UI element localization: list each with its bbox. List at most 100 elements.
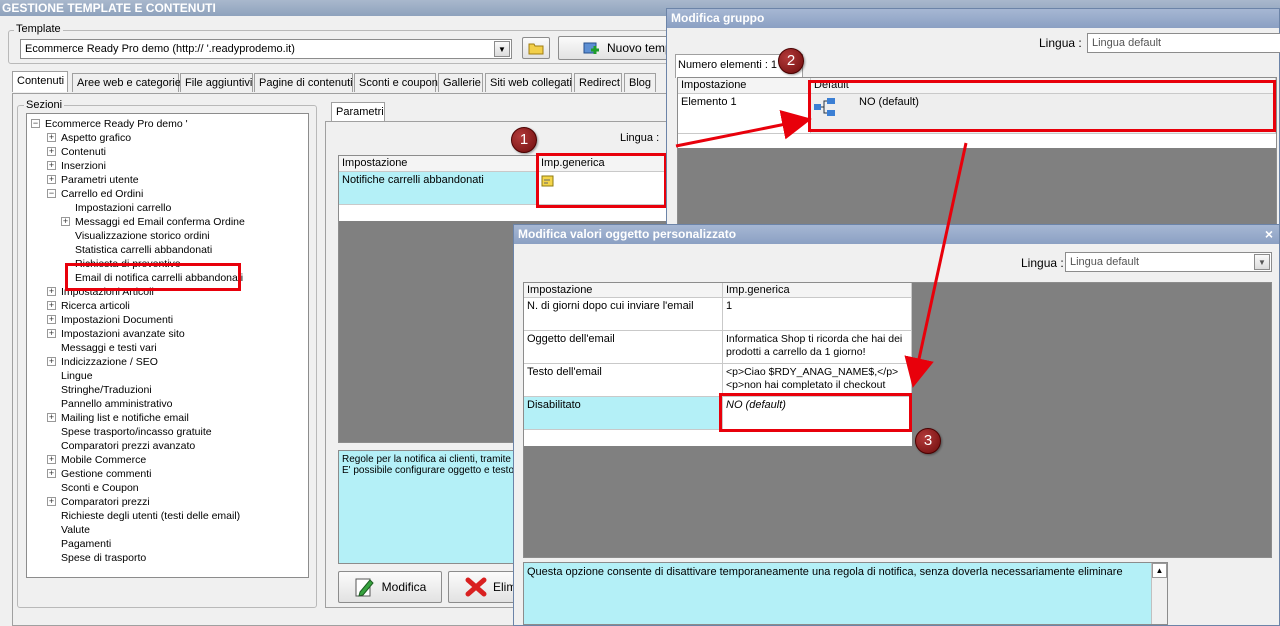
expand-icon[interactable]: + [47,497,56,506]
chevron-down-icon[interactable]: ▼ [1254,254,1270,270]
open-folder-button[interactable] [522,37,550,59]
expand-icon[interactable]: + [47,329,56,338]
tree-item[interactable]: + Mailing list e notifiche email [47,411,189,425]
collapse-icon[interactable]: − [31,119,40,128]
tree-item[interactable]: − Carrello ed Ordini [47,187,143,201]
tree-item[interactable]: + Comparatori prezzi [47,495,150,509]
tree-item-label: Lingue [61,370,93,382]
expand-icon[interactable]: + [47,161,56,170]
tree-item[interactable]: Statistica carrelli abbandonati [61,243,212,257]
expand-icon[interactable]: + [47,287,56,296]
group-header-setting: Impostazione [678,78,811,94]
values-lingua-select[interactable]: Lingua default ▼ [1065,252,1272,272]
close-icon[interactable]: × [1265,225,1273,244]
values-window-title-text: Modifica valori oggetto personalizzato [518,227,737,241]
tree-item[interactable]: Valute [47,523,90,537]
tab-blog[interactable]: Blog [624,73,656,92]
values-row-label[interactable]: N. di giorni dopo cui inviare l'email [524,298,723,331]
tree-item[interactable]: + Ricerca articoli [47,299,130,313]
expand-icon[interactable]: + [47,315,56,324]
expand-icon[interactable]: + [47,455,56,464]
tab-sconti-coupon[interactable]: Sconti e coupon [354,73,438,92]
tree-item[interactable]: Pannello amministrativo [47,397,172,411]
tree-item-label: Aspetto grafico [61,132,132,144]
template-select[interactable]: Ecommerce Ready Pro demo (http:// '.read… [20,39,512,59]
tree-item[interactable]: + Aspetto grafico [47,131,131,145]
tree-item[interactable]: + Parametri utente [47,173,139,187]
tree-item[interactable]: Spese trasporto/incasso gratuite [47,425,212,439]
tree-item[interactable]: Visualizzazione storico ordini [61,229,210,243]
description-scrollbar[interactable]: ▲ [1151,563,1167,624]
tree-item-label: Messaggi ed Email conferma Ordine [75,216,245,228]
values-row-label[interactable]: Disabilitato [524,397,723,430]
tab-gallerie[interactable]: Gallerie [438,73,483,92]
values-row-value[interactable]: Informatica Shop ti ricorda che hai dei … [723,331,912,364]
group-row-label[interactable]: Elemento 1 [678,94,811,134]
tree-item-label: Parametri utente [61,174,139,186]
tree-item[interactable]: + Impostazioni avanzate sito [47,327,185,341]
tab-file-aggiuntivi[interactable]: File aggiuntivi [180,73,253,92]
step-badge-2: 2 [778,48,804,74]
tree-item-label: Mailing list e notifiche email [61,412,189,424]
group-lingua-value: Lingua default [1092,37,1162,49]
group-window-title: Modifica gruppo [667,9,1279,28]
sections-legend: Sezioni [24,99,65,111]
values-lingua-value: Lingua default [1070,256,1140,268]
tree-item[interactable]: Sconti e Coupon [47,481,139,495]
tree-item[interactable]: + Impostazioni Documenti [47,313,173,327]
expand-icon[interactable]: + [47,301,56,310]
expand-icon[interactable]: + [47,413,56,422]
tree-item[interactable]: Stringhe/Traduzioni [47,383,152,397]
values-row-label[interactable]: Oggetto dell'email [524,331,723,364]
tree-item[interactable]: Impostazioni carrello [61,201,171,215]
values-description: Questa opzione consente di disattivare t… [523,562,1168,625]
tab-pagine-contenuti[interactable]: Pagine di contenuti [254,73,353,92]
tree-item-label: Comparatori prezzi avanzato [61,440,196,452]
tree-item-label: Mobile Commerce [61,454,147,466]
tree-item[interactable]: + Contenuti [47,145,106,159]
tree-item-label: Ricerca articoli [61,300,130,312]
tree-item[interactable]: Messaggi e testi vari [47,341,157,355]
tree-item[interactable]: Richieste degli utenti (testi delle emai… [47,509,240,523]
new-template-label: Nuovo temp [607,41,672,55]
tree-item[interactable]: + Gestione commenti [47,467,151,481]
highlight-disabled-cell [719,393,912,432]
values-row-label[interactable]: Testo dell'email [524,364,723,397]
tree-item[interactable]: + Mobile Commerce [47,453,146,467]
tree-item[interactable]: + Messaggi ed Email conferma Ordine [61,215,245,229]
tab-redirect[interactable]: Redirect [574,73,622,92]
tree-item[interactable]: Comparatori prezzi avanzato [47,439,195,453]
scroll-up-icon[interactable]: ▲ [1152,563,1167,578]
expand-icon[interactable]: + [61,217,70,226]
tree-item[interactable]: + Indicizzazione / SEO [47,355,158,369]
modify-button[interactable]: Modifica [338,571,442,603]
tab-siti-web[interactable]: Siti web collegati [485,73,572,92]
tree-root[interactable]: − Ecommerce Ready Pro demo ' [31,117,188,131]
values-row-value[interactable]: 1 [723,298,912,331]
tab-contenuti[interactable]: Contenuti [12,71,68,92]
values-header-setting: Impostazione [524,283,723,298]
template-select-value: Ecommerce Ready Pro demo (http:// '.read… [25,43,295,55]
group-lingua-select[interactable]: Lingua default [1087,33,1280,53]
expand-icon[interactable]: + [47,147,56,156]
tree-item-label: Inserzioni [61,160,106,172]
expand-icon[interactable]: + [47,469,56,478]
sections-tree[interactable]: − Ecommerce Ready Pro demo ' + Aspetto gr… [26,113,309,578]
tree-item-label: Pannello amministrativo [61,398,173,410]
tree-item[interactable]: + Inserzioni [47,159,106,173]
tab-aree-web[interactable]: Aree web e categorie [72,73,181,92]
delete-x-icon [465,577,487,597]
tree-item-label: Richieste degli utenti (testi delle emai… [61,510,241,522]
expand-icon[interactable]: + [47,133,56,142]
expand-icon[interactable]: + [47,175,56,184]
chevron-down-icon[interactable]: ▼ [494,41,510,57]
tab-parametri[interactable]: Parametri [331,102,385,122]
tree-item-label: Statistica carrelli abbandonati [75,244,213,256]
tree-item[interactable]: Pagamenti [47,537,111,551]
params-row-label[interactable]: Notifiche carrelli abbandonati [339,172,538,205]
expand-icon[interactable]: + [47,357,56,366]
tree-item-label: Sconti e Coupon [61,482,139,494]
collapse-icon[interactable]: − [47,189,56,198]
tree-item[interactable]: Spese di trasporto [47,551,146,565]
tree-item[interactable]: Lingue [47,369,93,383]
